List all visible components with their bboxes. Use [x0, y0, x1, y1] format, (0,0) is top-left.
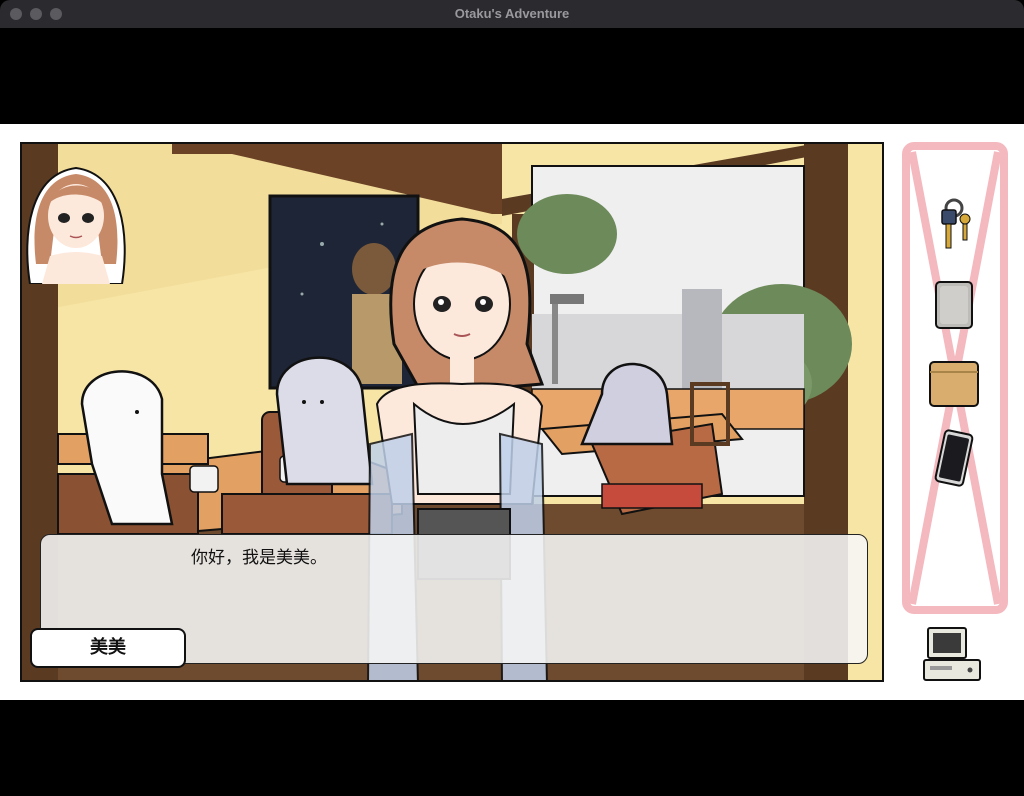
inventory-panel	[902, 142, 1008, 614]
game-stage: 你好，我是美美。 美美	[0, 124, 1024, 700]
cafe-scene[interactable]: 你好，我是美美。 美美	[20, 142, 884, 682]
speaker-nameplate: 美美	[30, 628, 186, 668]
speaker-portrait	[26, 166, 126, 284]
keys-icon[interactable]	[924, 194, 984, 254]
dialog-text: 你好，我是美美。	[191, 548, 327, 568]
letterbox-bottom	[0, 700, 1024, 796]
smartphone-icon[interactable]	[924, 428, 984, 488]
letterbox-top	[0, 28, 1024, 124]
wallet-icon[interactable]	[924, 350, 984, 410]
window-title: Otaku's Adventure	[454, 6, 570, 21]
window-titlebar: Otaku's Adventure	[0, 0, 1024, 28]
power-bank-icon[interactable]	[924, 272, 984, 332]
computer-icon[interactable]	[922, 624, 984, 686]
